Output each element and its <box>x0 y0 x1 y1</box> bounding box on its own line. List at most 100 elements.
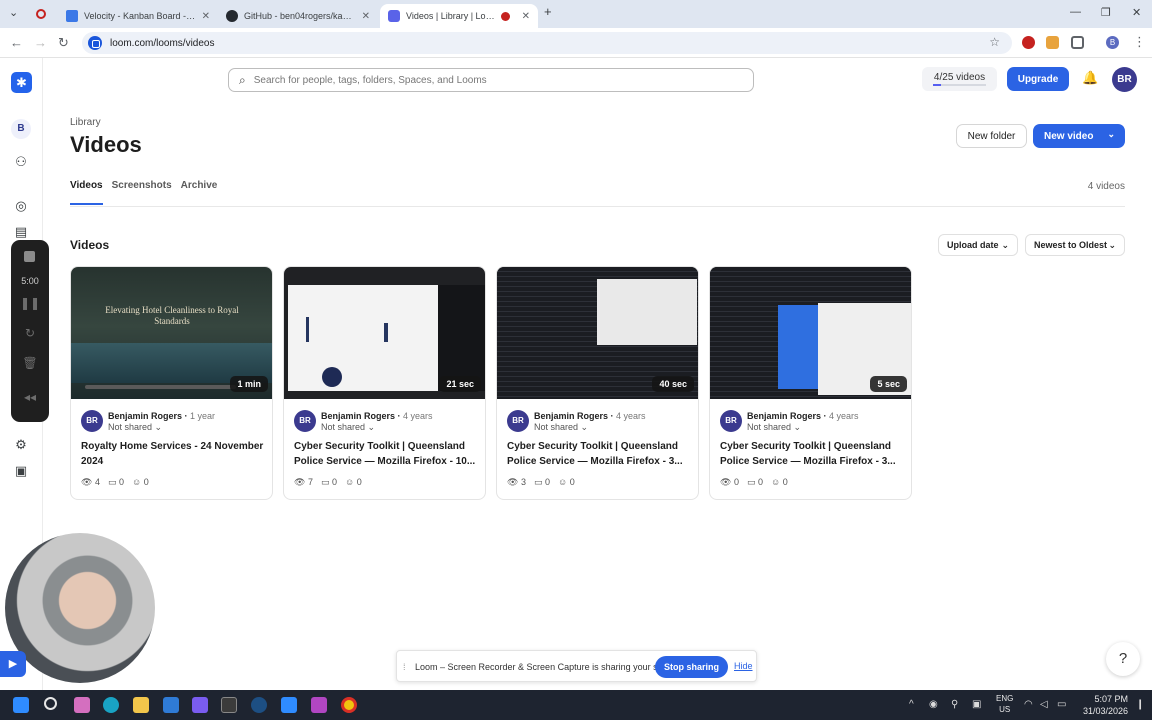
comment-icon: ▭ <box>533 477 543 487</box>
pause-icon[interactable]: ❚❚ <box>11 296 49 310</box>
app-icon[interactable] <box>192 697 208 713</box>
author-avatar: BR <box>507 410 529 432</box>
maximize-icon[interactable]: ❐ <box>1101 6 1111 19</box>
camera-toggle-icon[interactable]: ▶ <box>0 651 26 677</box>
video-title[interactable]: Cyber Security Toolkit | Queensland Poli… <box>720 439 906 469</box>
tab-loom[interactable]: Videos | Library | Loom ✕ <box>380 4 538 28</box>
sharing-status[interactable]: Not shared ⌄ <box>321 422 375 433</box>
video-title[interactable]: Royalty Home Services - 24 November 2024 <box>81 439 267 469</box>
account-icon[interactable]: ◎ <box>12 197 30 215</box>
vscode-icon[interactable] <box>163 697 179 713</box>
invite-user-icon[interactable]: ⚇ <box>12 153 30 171</box>
tab-search-icon[interactable]: ⌄ <box>9 6 18 19</box>
terminal-icon[interactable] <box>221 697 237 713</box>
close-window-icon[interactable]: ✕ <box>1132 6 1141 19</box>
extensions-puzzle-icon[interactable] <box>1071 36 1084 49</box>
extension-recorder-icon[interactable] <box>1022 36 1035 49</box>
site-info-icon[interactable] <box>88 36 102 50</box>
notifications-bell-icon[interactable]: 🔔 <box>1082 70 1098 88</box>
tray-app-icon[interactable]: ◉ <box>929 699 938 710</box>
tab-github[interactable]: GitHub - ben04rogers/kanban ✕ <box>218 4 378 28</box>
search-input[interactable] <box>253 74 724 86</box>
camera-bubble[interactable] <box>5 533 155 683</box>
extension-badge-icon[interactable] <box>1046 36 1059 49</box>
file-explorer-icon[interactable] <box>133 697 149 713</box>
steam-icon[interactable] <box>251 697 267 713</box>
video-title[interactable]: Cyber Security Toolkit | Queensland Poli… <box>507 439 693 469</box>
video-thumbnail[interactable]: Elevating Hotel Cleanliness to Royal Sta… <box>71 267 272 399</box>
video-thumbnail[interactable]: 21 sec <box>284 267 485 399</box>
volume-icon[interactable]: ◁ <box>1040 699 1048 710</box>
loom-logo-icon[interactable]: ✱ <box>11 72 32 93</box>
tray-chevron-icon[interactable]: ^ <box>909 699 914 710</box>
video-title[interactable]: Cyber Security Toolkit | Queensland Poli… <box>294 439 480 469</box>
hide-link[interactable]: Hide <box>734 661 753 671</box>
help-button[interactable]: ? <box>1106 642 1140 676</box>
copilot-icon[interactable] <box>74 697 90 713</box>
close-tab-icon[interactable]: ✕ <box>202 11 210 22</box>
collapse-icon[interactable]: ◂◂ <box>11 390 49 404</box>
wifi-icon[interactable]: ◠ <box>1024 699 1033 710</box>
sort-order-dropdown[interactable]: Newest to Oldest ⌄ <box>1025 234 1125 256</box>
new-tab-button[interactable]: + <box>544 4 552 19</box>
video-card[interactable]: 5 sec BR Benjamin Rogers · 4 years Not s… <box>709 266 912 500</box>
video-thumbnail[interactable]: 5 sec <box>710 267 911 399</box>
drag-handle-icon[interactable]: ⁞ <box>403 662 406 672</box>
battery-icon[interactable]: ▭ <box>1057 699 1066 710</box>
minimize-icon[interactable]: — <box>1070 6 1081 18</box>
trash-icon[interactable]: 🗑 <box>11 356 49 370</box>
sharing-status[interactable]: Not shared ⌄ <box>747 422 801 433</box>
microphone-icon[interactable]: ⚲ <box>951 699 958 710</box>
bookmark-star-icon[interactable]: ☆ <box>989 35 1000 49</box>
stop-recording-icon[interactable] <box>24 251 35 262</box>
video-thumbnail[interactable]: 40 sec <box>497 267 698 399</box>
tab-screenshots[interactable]: Screenshots <box>112 180 172 205</box>
tab-videos[interactable]: Videos <box>70 180 103 205</box>
address-bar[interactable]: loom.com/looms/videos ☆ <box>82 32 1012 54</box>
video-usage-meter[interactable]: 4/25 videos <box>922 67 997 91</box>
video-card[interactable]: 40 sec BR Benjamin Rogers · 4 years Not … <box>496 266 699 500</box>
reactions-stat: ☺ 0 <box>771 477 788 488</box>
close-tab-icon[interactable]: ✕ <box>522 11 530 22</box>
author-name: Benjamin Rogers <box>534 411 609 421</box>
edge-icon[interactable] <box>103 697 119 713</box>
new-video-button[interactable]: New video ⌄ <box>1033 124 1125 148</box>
search-icon[interactable] <box>44 697 57 710</box>
close-tab-icon[interactable]: ✕ <box>362 11 370 22</box>
workspace-switcher[interactable]: B <box>11 119 31 139</box>
clock-date: 31/03/2026 <box>1082 706 1128 716</box>
onenote-icon[interactable] <box>311 697 327 713</box>
user-avatar[interactable]: BR <box>1112 67 1137 92</box>
restart-icon[interactable]: ↻ <box>11 326 49 340</box>
app-icon[interactable] <box>281 697 297 713</box>
video-card[interactable]: 21 sec BR Benjamin Rogers · 4 years Not … <box>283 266 486 500</box>
clock[interactable]: 5:07 PM 31/03/2026 <box>1080 693 1128 717</box>
tab-archive[interactable]: Archive <box>181 180 218 205</box>
sharing-status[interactable]: Not shared ⌄ <box>108 422 162 433</box>
search-bar[interactable]: ⌕ <box>228 68 754 92</box>
browser-menu-icon[interactable]: ⋮ <box>1133 34 1146 50</box>
new-folder-button[interactable]: New folder <box>956 124 1027 148</box>
stop-sharing-button[interactable]: Stop sharing <box>655 656 728 678</box>
screen-record-icon[interactable]: ▣ <box>12 462 30 480</box>
chrome-icon[interactable] <box>341 697 357 713</box>
sort-field-dropdown[interactable]: Upload date ⌄ <box>938 234 1018 256</box>
breadcrumb[interactable]: Library <box>70 117 101 128</box>
video-card[interactable]: Elevating Hotel Cleanliness to Royal Sta… <box>70 266 273 500</box>
reload-icon[interactable]: ↻ <box>58 35 69 51</box>
tray-screen-icon[interactable]: ▣ <box>972 699 981 710</box>
settings-gear-icon[interactable]: ⚙ <box>12 436 30 454</box>
forward-icon[interactable]: → <box>34 35 47 50</box>
chevron-down-icon: ⌄ <box>793 422 802 432</box>
recording-tab-icon[interactable] <box>36 9 46 19</box>
sharing-status[interactable]: Not shared ⌄ <box>534 422 588 433</box>
windows-start-icon[interactable] <box>13 697 29 713</box>
profile-avatar-icon[interactable]: B <box>1106 36 1119 49</box>
chevron-down-icon: ⌄ <box>1001 240 1009 250</box>
notification-center-icon[interactable]: ❙ <box>1136 699 1144 710</box>
upgrade-button[interactable]: Upgrade <box>1007 67 1069 91</box>
library-icon[interactable]: ▤ <box>12 223 30 241</box>
tab-velocity[interactable]: Velocity - Kanban Board - Larav ✕ <box>58 4 218 28</box>
language-indicator[interactable]: ENG US <box>996 693 1013 715</box>
back-icon[interactable]: ← <box>10 35 23 50</box>
